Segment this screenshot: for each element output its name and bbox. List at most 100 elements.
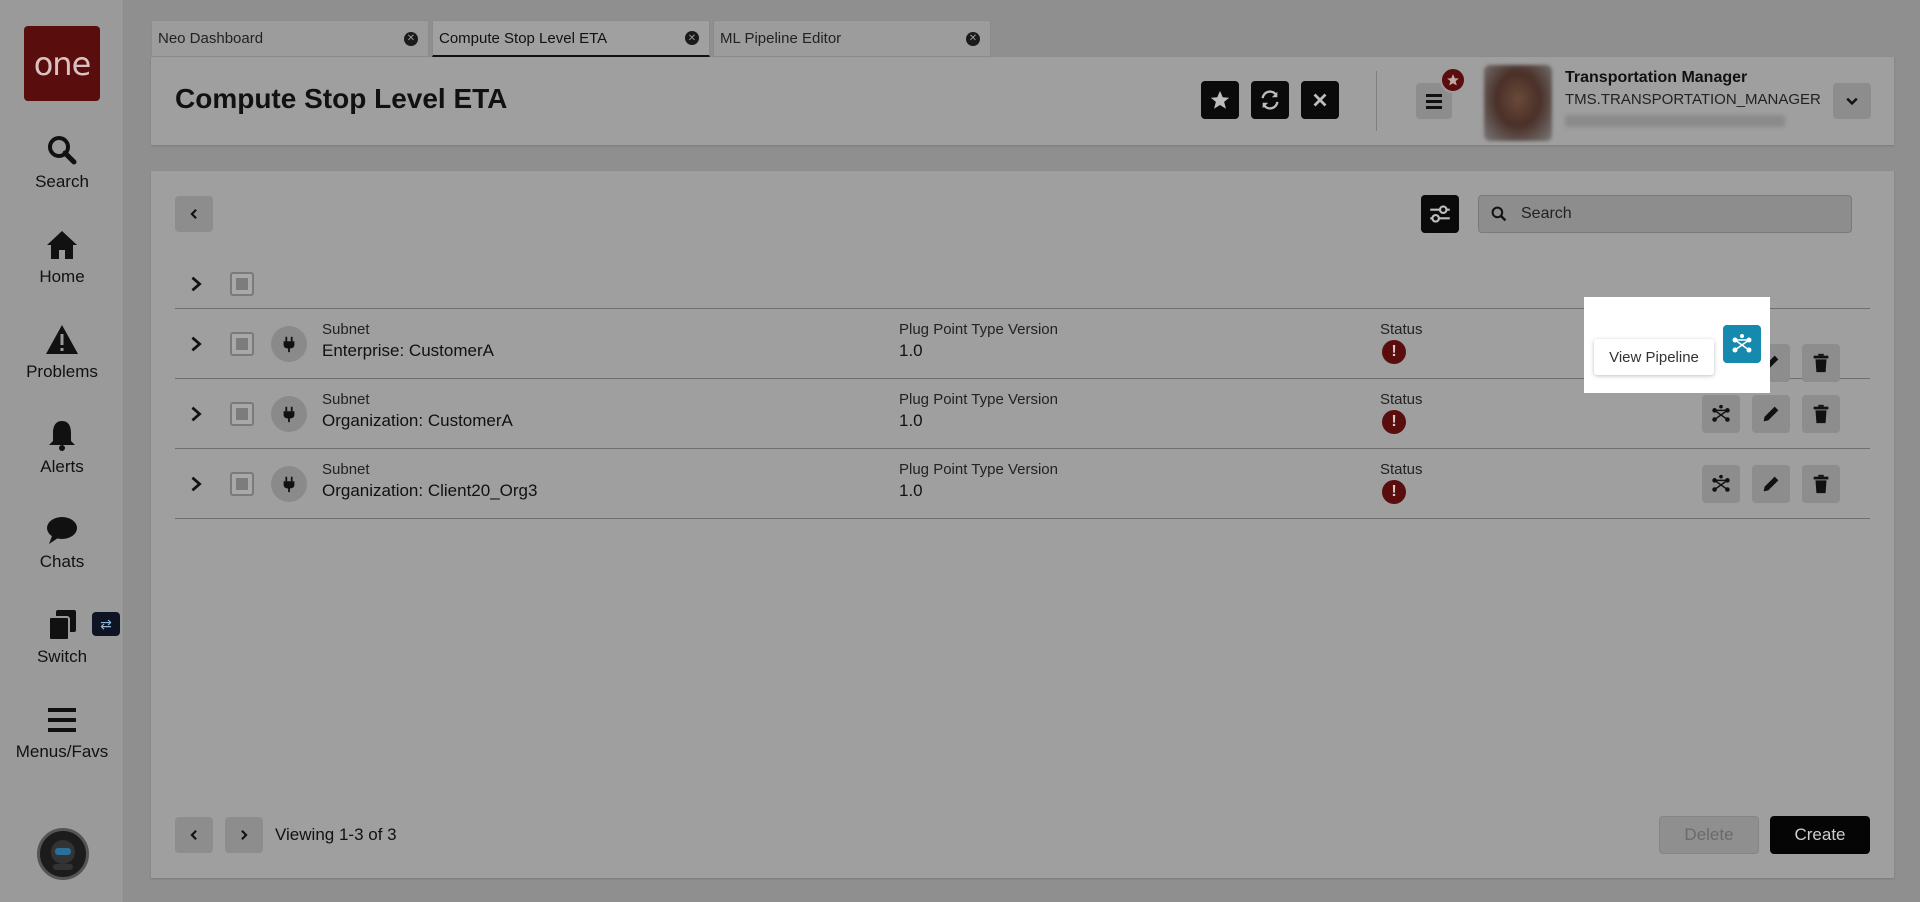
close-icon[interactable]: ✕ [966, 31, 980, 46]
subnet-value: Organization: CustomerA [322, 411, 513, 430]
pencil-icon [1763, 406, 1779, 421]
sidebar-item-home[interactable]: Home [0, 227, 124, 287]
sidebar-item-chats[interactable]: Chats [0, 512, 124, 572]
tab-bar: Neo Dashboard ✕ Compute Stop Level ETA ✕… [151, 20, 991, 57]
edit-button[interactable] [1752, 464, 1790, 503]
refresh-icon [1261, 90, 1279, 110]
sidebar-item-label: Alerts [40, 457, 84, 476]
back-button[interactable] [175, 196, 213, 232]
error-icon: ! [1382, 480, 1406, 504]
user-menu-button[interactable] [1833, 83, 1871, 119]
view-pipeline-button[interactable] [1723, 325, 1761, 363]
delete-row-button[interactable] [1802, 394, 1840, 433]
close-icon[interactable]: ✕ [685, 31, 699, 45]
hamburger-icon [1426, 94, 1442, 109]
search-input[interactable] [1521, 205, 1821, 223]
pipeline-icon [1712, 474, 1730, 492]
bell-icon [0, 417, 124, 453]
plug-icon [271, 465, 307, 502]
delete-row-button[interactable] [1802, 344, 1840, 382]
edit-button[interactable] [1752, 394, 1790, 433]
row-checkbox[interactable] [230, 401, 254, 426]
user-name: Transportation Manager [1565, 69, 1748, 86]
tab-label: Neo Dashboard [158, 30, 264, 47]
status-label: Status [1380, 321, 1423, 338]
filter-button[interactable] [1421, 195, 1459, 233]
expand-all-icon[interactable] [187, 275, 205, 293]
subnet-value: Enterprise: CustomerA [322, 341, 494, 360]
avatar[interactable] [1484, 65, 1552, 141]
user-role: TMS.TRANSPORTATION_MANAGER [1565, 91, 1821, 108]
assistant-avatar[interactable] [37, 828, 89, 880]
subnet-label: Subnet [322, 461, 370, 478]
tab-label: ML Pipeline Editor [720, 30, 842, 47]
pipeline-icon [1712, 404, 1730, 422]
tab-label: Compute Stop Level ETA [439, 29, 608, 47]
app-logo[interactable]: one [24, 26, 100, 101]
error-icon: ! [1382, 410, 1406, 434]
plug-icon [271, 325, 307, 362]
row-checkbox[interactable] [230, 471, 254, 496]
sidebar-item-alerts[interactable]: Alerts [0, 417, 124, 477]
view-pipeline-button[interactable] [1702, 394, 1740, 433]
close-icon[interactable]: ✕ [404, 31, 418, 46]
expand-row-icon[interactable] [187, 405, 205, 423]
search-icon [1491, 206, 1507, 222]
favorite-button[interactable] [1201, 81, 1239, 119]
subnet-label: Subnet [322, 321, 370, 338]
sidebar: one Search Home Problems Alerts Chats Sw… [0, 0, 124, 902]
view-pipeline-button[interactable] [1702, 464, 1740, 503]
plug-icon [271, 395, 307, 432]
sidebar-item-label: Problems [26, 362, 98, 381]
trash-icon [1813, 474, 1829, 493]
main-panel: Subnet Enterprise: CustomerA Plug Point … [151, 171, 1894, 878]
trash-icon [1813, 353, 1829, 373]
favorites-badge[interactable] [1440, 67, 1466, 93]
version-label: Plug Point Type Version [899, 391, 1058, 408]
pagination-info: Viewing 1-3 of 3 [275, 825, 397, 844]
status-label: Status [1380, 391, 1423, 408]
chat-icon [0, 512, 124, 548]
header-divider [1376, 71, 1377, 131]
star-icon [1447, 74, 1459, 86]
error-icon: ! [1382, 340, 1406, 364]
sidebar-item-menus[interactable]: Menus/Favs [0, 702, 124, 762]
close-page-button[interactable] [1301, 81, 1339, 119]
create-button[interactable]: Create [1770, 816, 1870, 854]
tab-neo-dashboard[interactable]: Neo Dashboard ✕ [151, 20, 429, 57]
pencil-icon [1763, 476, 1779, 491]
chevron-left-icon [190, 830, 197, 840]
sliders-icon [1430, 205, 1450, 223]
warning-icon [0, 322, 124, 358]
switch-arrows-icon[interactable]: ⇄ [92, 612, 120, 636]
search-icon [0, 132, 124, 168]
delete-button[interactable]: Delete [1659, 816, 1759, 854]
prev-page-button[interactable] [175, 817, 213, 853]
search-field[interactable] [1478, 195, 1852, 233]
menu-icon [0, 702, 124, 738]
next-page-button[interactable] [225, 817, 263, 853]
row-checkbox[interactable] [230, 331, 254, 356]
sidebar-item-label: Home [39, 267, 85, 286]
tooltip: View Pipeline [1594, 339, 1714, 375]
tab-compute-stop-level-eta[interactable]: Compute Stop Level ETA ✕ [432, 20, 710, 57]
sidebar-item-problems[interactable]: Problems [0, 322, 124, 382]
version-label: Plug Point Type Version [899, 461, 1058, 478]
tab-ml-pipeline-editor[interactable]: ML Pipeline Editor ✕ [713, 20, 991, 57]
chevron-down-icon [1846, 97, 1858, 106]
pipeline-icon [1732, 334, 1752, 353]
expand-row-icon[interactable] [187, 475, 205, 493]
page-header: Compute Stop Level ETA Transportation Ma… [151, 57, 1894, 145]
sidebar-item-label: Chats [39, 552, 85, 571]
refresh-button[interactable] [1251, 81, 1289, 119]
version-value: 1.0 [899, 411, 923, 430]
delete-row-button[interactable] [1802, 464, 1840, 503]
chevron-right-icon [241, 830, 248, 840]
version-value: 1.0 [899, 341, 923, 360]
expand-row-icon[interactable] [187, 335, 205, 353]
subnet-value: Organization: Client20_Org3 [322, 481, 538, 500]
status-label: Status [1380, 461, 1423, 478]
select-all-checkbox[interactable] [230, 271, 254, 296]
sidebar-item-search[interactable]: Search [0, 132, 124, 192]
subnet-label: Subnet [322, 391, 370, 408]
